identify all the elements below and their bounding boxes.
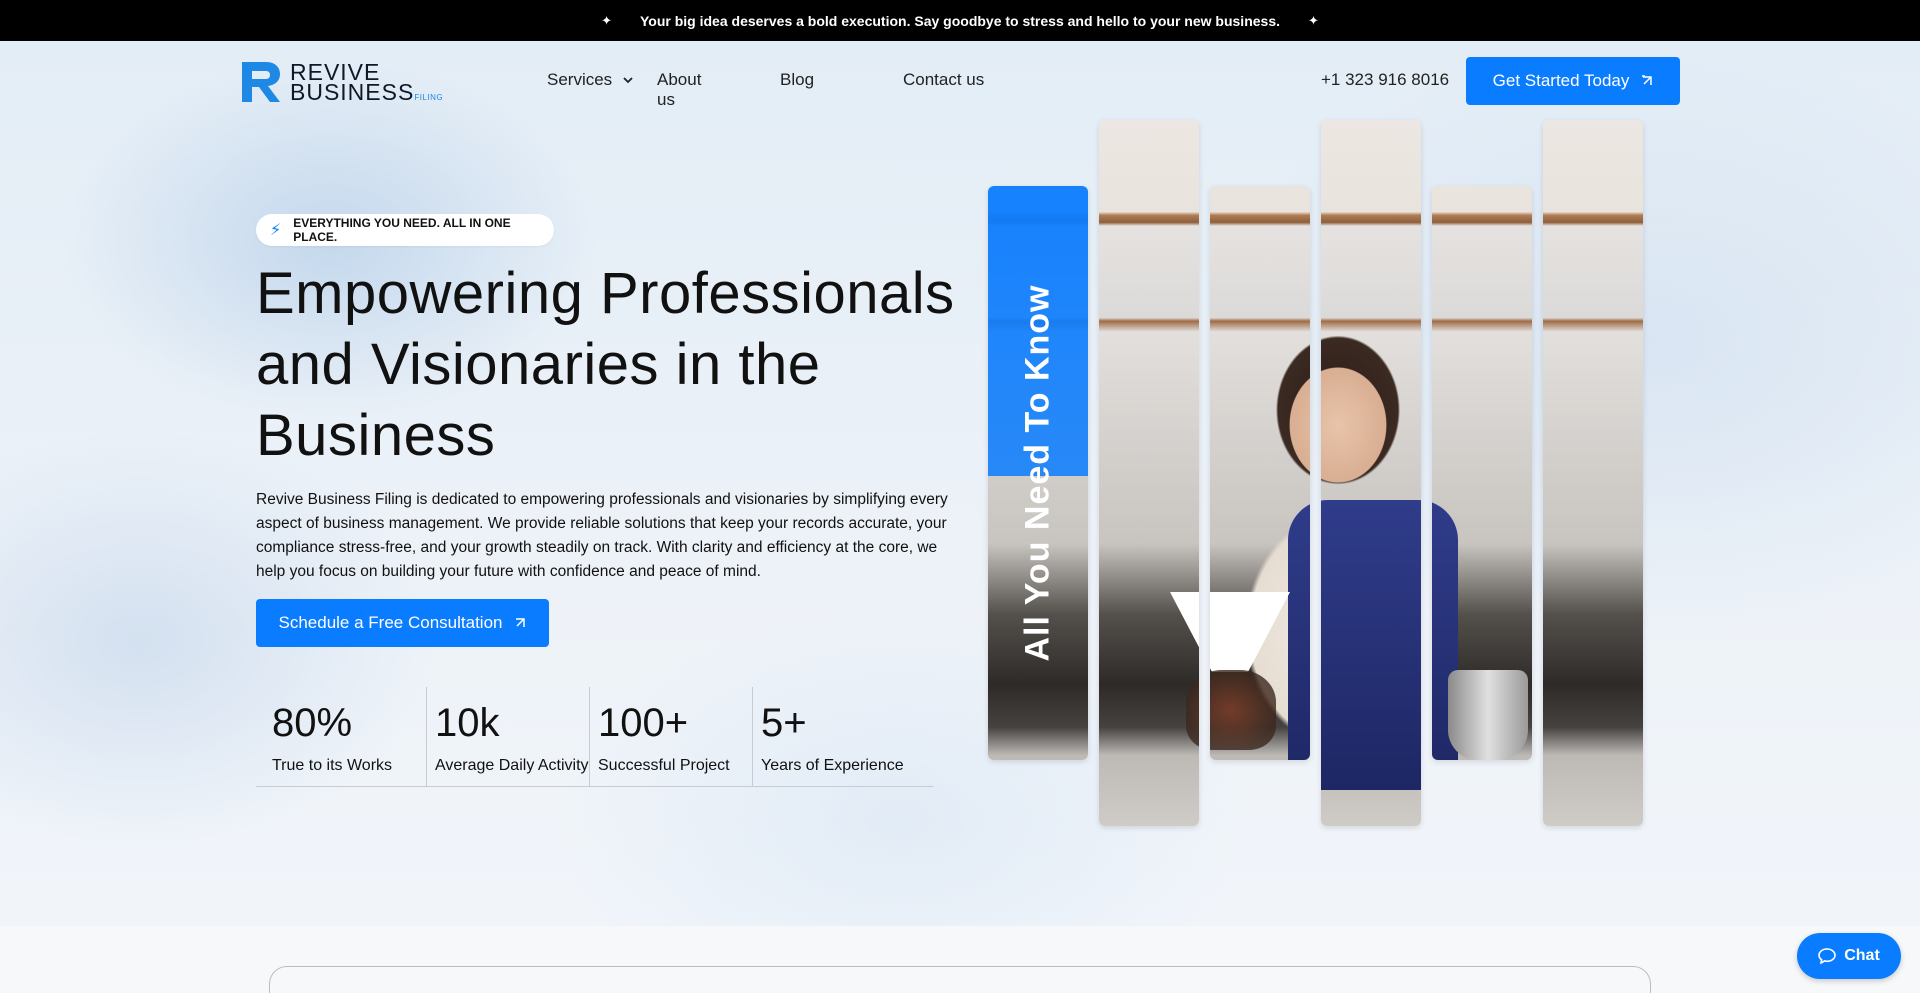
chat-label: Chat [1844, 947, 1880, 964]
logo-line-2-text: BUSINESS [290, 79, 415, 105]
phone-link[interactable]: +1 323 916 8016 [1321, 70, 1449, 90]
nav-blog[interactable]: Blog [780, 70, 814, 90]
sparkle-icon: ✦ [1308, 12, 1319, 28]
stat-label: True to its Works [272, 757, 393, 774]
stat-value: 10k [435, 701, 500, 745]
hero-image-strip [1432, 186, 1532, 760]
logo-line-3: FILING [414, 93, 444, 102]
chevron-down-icon [623, 77, 633, 84]
nav-services[interactable]: Services [547, 70, 634, 90]
stat-item: 100+ Successful Project [589, 687, 752, 787]
hero-image-strip [1321, 120, 1421, 826]
hero-tagline-pill: ⚡ EVERYTHING YOU NEED. ALL IN ONE PLACE. [256, 214, 554, 246]
stat-label: Successful Project [598, 757, 730, 774]
hero-image-strip: All You Need To Know [988, 186, 1088, 760]
logo-line-2: BUSINESSFILING [290, 79, 444, 108]
stat-value: 80% [272, 701, 353, 745]
nav-services-label: Services [547, 70, 613, 89]
hero-image-caption: All You Need To Know [1018, 284, 1057, 662]
schedule-consultation-button[interactable]: Schedule a Free Consultation [256, 599, 549, 647]
logo-mark-icon [240, 62, 282, 102]
stat-item: 5+ Years of Experience [752, 687, 932, 787]
hero-image-strip [1543, 120, 1643, 826]
stat-item: 10k Average Daily Activity [426, 687, 589, 787]
stats-row: 80% True to its Works 10k Average Daily … [256, 687, 933, 787]
nav-about[interactable]: About us [657, 70, 701, 110]
logo-wordmark: REVIVE BUSINESSFILING [290, 61, 444, 108]
arrow-up-right-icon [1642, 75, 1653, 85]
hero-headline: Empowering Professionals and Visionaries… [256, 261, 955, 468]
hero-image-strip [1210, 186, 1310, 760]
chat-button[interactable]: Chat [1797, 933, 1901, 979]
lightning-icon: ⚡ [270, 222, 282, 239]
stat-value: 100+ [598, 701, 689, 745]
nav-contact[interactable]: Contact us [903, 70, 984, 90]
stat-label: Years of Experience [761, 757, 904, 774]
arrow-up-right-icon [516, 618, 526, 627]
stat-label: Average Daily Activity [435, 757, 589, 774]
hero-tagline: EVERYTHING YOU NEED. ALL IN ONE PLACE. [293, 216, 511, 244]
announcement-bar: ✦ Your big idea deserves a bold executio… [0, 0, 1920, 41]
stat-value: 5+ [761, 701, 807, 745]
brand-logo[interactable]: REVIVE BUSINESSFILING [240, 61, 444, 108]
announcement-text: Your big idea deserves a bold execution.… [639, 12, 1280, 29]
sparkle-icon: ✦ [601, 12, 612, 28]
stat-item: 80% True to its Works [256, 687, 426, 787]
get-started-button[interactable]: Get Started Today [1466, 57, 1680, 105]
schedule-consultation-label: Schedule a Free Consultation [278, 613, 503, 632]
chat-bubble-icon [1818, 948, 1837, 964]
get-started-label: Get Started Today [1492, 71, 1630, 90]
next-section-card [269, 966, 1651, 993]
hero-image-strip [1099, 120, 1199, 826]
hero-description: Revive Business Filing is dedicated to e… [256, 491, 948, 580]
